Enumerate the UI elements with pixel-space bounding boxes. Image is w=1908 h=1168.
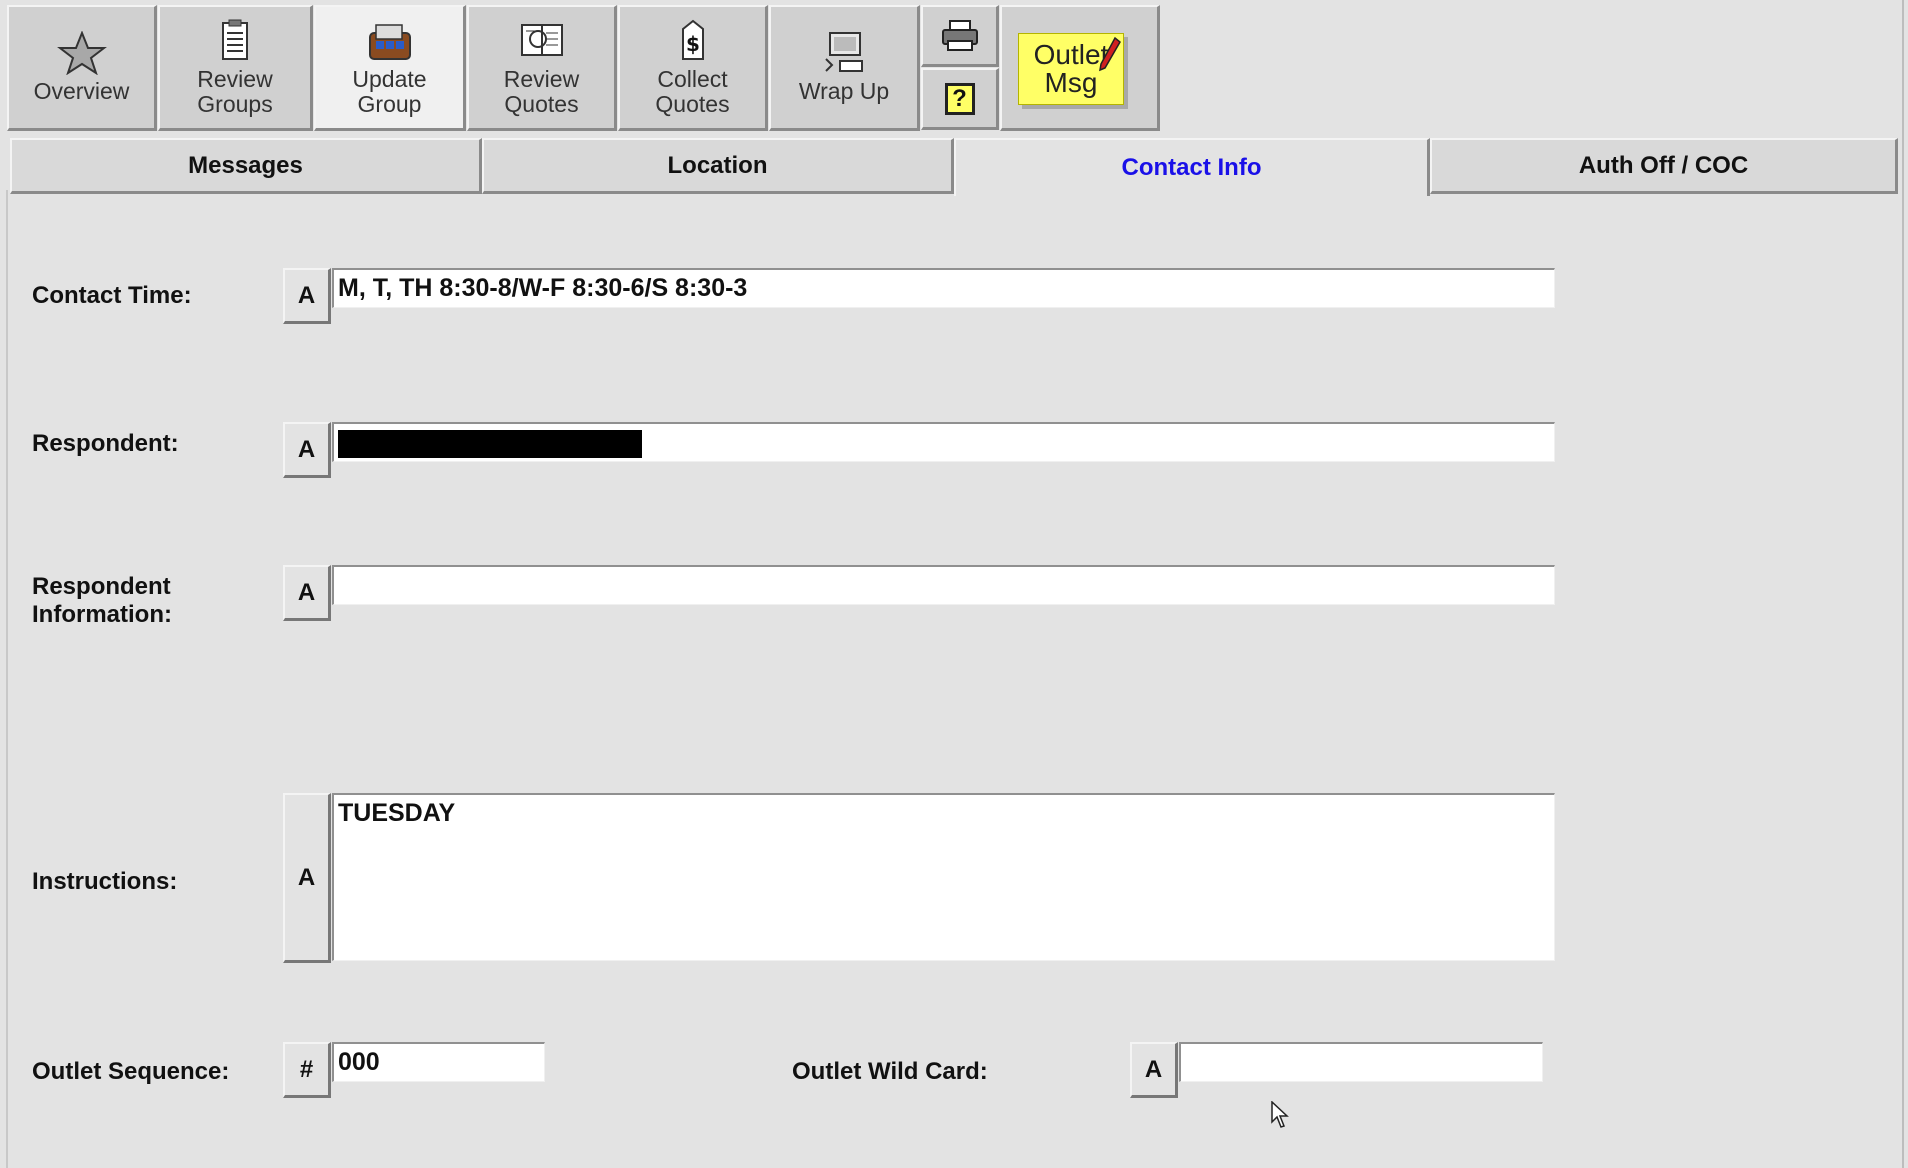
update-group-button[interactable]: Update Group bbox=[314, 5, 466, 131]
alpha-button-label: A bbox=[297, 281, 316, 309]
review-quotes-label-2: Quotes bbox=[504, 90, 579, 117]
printer-icon bbox=[941, 19, 978, 51]
instructions-label: Instructions: bbox=[32, 868, 178, 895]
review-quotes-icon bbox=[520, 23, 563, 56]
wrap-up-label: Wrap Up bbox=[798, 78, 890, 104]
pencil-icon bbox=[1099, 36, 1121, 72]
collect-quotes-label-2: Quotes bbox=[655, 90, 730, 117]
help-icon: ? bbox=[944, 82, 975, 115]
tab-contact-info-label: Contact Info bbox=[1121, 154, 1262, 181]
respondent-field[interactable] bbox=[332, 422, 1555, 462]
update-group-label-1: Update bbox=[352, 65, 427, 92]
contact-time-alpha-button[interactable]: A bbox=[283, 268, 331, 324]
svg-text:$: $ bbox=[686, 32, 700, 56]
outlet-msg-label-2: Msg bbox=[1044, 67, 1098, 98]
respondent-info-label: Respondent Information: bbox=[32, 573, 172, 629]
page-border-left bbox=[6, 190, 8, 1168]
numeric-button-label: # bbox=[299, 1055, 314, 1083]
respondent-alpha-button[interactable]: A bbox=[283, 422, 331, 478]
alpha-button-label: A bbox=[297, 578, 316, 606]
review-groups-button[interactable]: Review Groups bbox=[158, 5, 313, 131]
update-group-label-2: Group bbox=[357, 90, 422, 117]
overview-label: Overview bbox=[33, 78, 130, 104]
tab-location-label: Location bbox=[667, 151, 768, 179]
print-button[interactable] bbox=[921, 5, 999, 67]
contact-time-label: Contact Time: bbox=[32, 282, 192, 309]
respondent-info-field[interactable] bbox=[332, 565, 1555, 605]
outlet-wild-card-field[interactable] bbox=[1179, 1042, 1543, 1082]
help-glyph: ? bbox=[952, 84, 967, 112]
review-groups-label-2: Groups bbox=[197, 90, 273, 117]
tab-bar: Messages Location Contact Info Auth Off … bbox=[10, 138, 1898, 196]
review-groups-label-1: Review bbox=[197, 65, 273, 92]
outlet-wild-card-alpha-button[interactable]: A bbox=[1130, 1042, 1178, 1098]
review-quotes-label-1: Review bbox=[503, 65, 580, 92]
tab-auth-off-label: Auth Off / COC bbox=[1578, 151, 1749, 179]
star-icon bbox=[56, 31, 107, 75]
clipboard-icon bbox=[222, 19, 248, 60]
alpha-button-label: A bbox=[1144, 1055, 1163, 1083]
tab-location[interactable]: Location bbox=[482, 138, 954, 194]
redacted-block bbox=[338, 430, 642, 459]
alpha-button-label: A bbox=[297, 435, 316, 463]
tab-messages[interactable]: Messages bbox=[10, 138, 482, 194]
respondent-info-label-line-1: Respondent bbox=[32, 573, 171, 600]
update-group-icon bbox=[368, 23, 411, 60]
collect-quotes-button[interactable]: $ Collect Quotes bbox=[618, 5, 768, 131]
review-quotes-button[interactable]: Review Quotes bbox=[467, 5, 617, 131]
contact-time-field[interactable]: M, T, TH 8:30-8/W-F 8:30-6/S 8:30-3 bbox=[332, 268, 1555, 308]
outlet-sequence-label: Outlet Sequence: bbox=[32, 1058, 230, 1085]
overview-button[interactable]: Overview bbox=[7, 5, 157, 131]
wrap-up-button[interactable]: Wrap Up bbox=[769, 5, 920, 131]
instructions-field[interactable]: TUESDAY bbox=[332, 793, 1555, 961]
outlet-sequence-numeric-button[interactable]: # bbox=[283, 1042, 331, 1098]
outlet-msg-note[interactable]: Outlet Msg bbox=[1018, 33, 1124, 105]
help-button[interactable]: ? bbox=[921, 68, 999, 130]
outlet-sequence-field[interactable]: 000 bbox=[332, 1042, 545, 1082]
tab-messages-label: Messages bbox=[188, 151, 303, 179]
mouse-cursor-icon bbox=[1271, 1101, 1289, 1128]
tab-contact-info[interactable]: Contact Info bbox=[954, 138, 1430, 196]
respondent-info-alpha-button[interactable]: A bbox=[283, 565, 331, 621]
instructions-alpha-button[interactable]: A bbox=[283, 793, 331, 963]
page-border-right bbox=[1902, 0, 1904, 1168]
collect-quotes-label-1: Collect bbox=[657, 65, 728, 92]
wrap-up-icon bbox=[825, 32, 863, 72]
respondent-label: Respondent: bbox=[32, 430, 179, 457]
collect-quotes-icon: $ bbox=[681, 19, 704, 60]
respondent-info-label-line-2: Information: bbox=[32, 601, 172, 628]
tab-auth-off-coc[interactable]: Auth Off / COC bbox=[1430, 138, 1898, 194]
outlet-wild-card-label: Outlet Wild Card: bbox=[792, 1058, 988, 1085]
alpha-button-label: A bbox=[297, 863, 316, 891]
